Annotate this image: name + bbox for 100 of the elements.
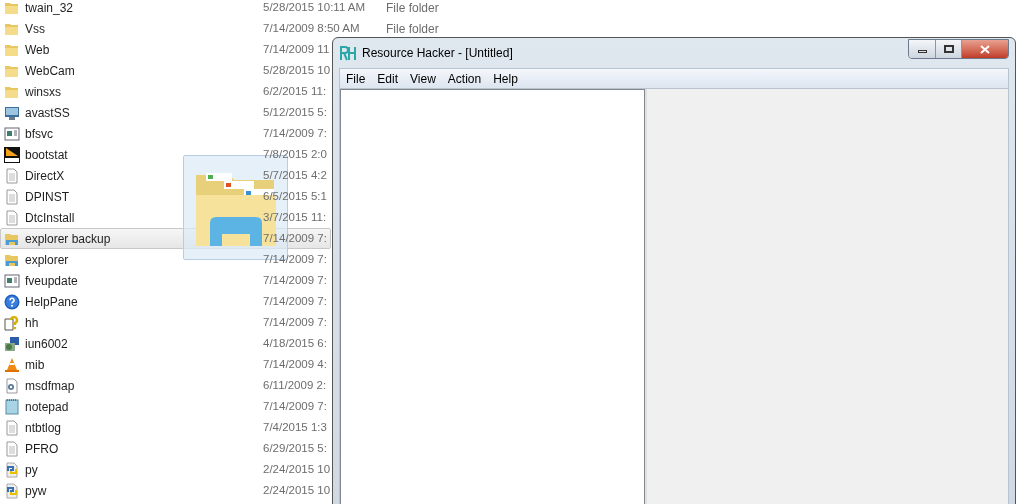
file-name: PFRO <box>25 440 59 458</box>
file-row[interactable]: hh 7/14/2009 7: <box>0 312 331 333</box>
file-date: 6/11/2009 2: <box>263 377 327 393</box>
file-date: 6/2/2015 11: <box>263 83 327 99</box>
window-icon <box>4 125 20 142</box>
maximize-button[interactable] <box>936 40 962 58</box>
file-date: 4/18/2015 6: <box>263 335 327 351</box>
file-name: avastSS <box>25 104 70 122</box>
menu-item[interactable]: Action <box>441 69 488 88</box>
file-row[interactable]: DirectX 5/7/2015 4:2 <box>0 165 331 186</box>
window-title: Resource Hacker - [Untitled] <box>362 45 513 62</box>
python-file-icon <box>4 461 20 478</box>
menu-item[interactable]: Edit <box>371 69 405 88</box>
file-name: Vss <box>25 20 45 38</box>
file-name: ntbtlog <box>25 419 62 437</box>
file-row[interactable]: ntbtlog 7/4/2015 1:3 <box>0 417 331 438</box>
file-date: 5/12/2015 5: <box>263 104 327 120</box>
file-name: DtcInstall <box>25 209 75 227</box>
file-date: 7/14/2009 7: <box>263 314 327 330</box>
file-row[interactable]: bootstat 7/8/2015 2:0 <box>0 144 331 165</box>
file-date: 6/29/2015 5: <box>263 440 327 456</box>
close-icon <box>980 44 990 54</box>
minimize-icon <box>917 50 927 53</box>
close-button[interactable] <box>962 40 1008 58</box>
file-name: fveupdate <box>25 272 78 290</box>
file-name: DPINST <box>25 188 69 206</box>
file-name: explorer backup <box>25 230 111 248</box>
file-row[interactable]: pyw 2/24/2015 10 <box>0 480 331 501</box>
file-name: msdfmap <box>25 377 75 395</box>
file-date: 5/7/2015 4:2 <box>263 167 327 183</box>
file-row[interactable]: msdfmap 6/11/2009 2: <box>0 375 331 396</box>
file-row[interactable]: Vss 7/14/2009 8:50 AM File folder <box>0 18 470 39</box>
file-name: notepad <box>25 398 69 416</box>
file-name: twain_32 <box>25 0 74 17</box>
file-name: hh <box>25 314 39 332</box>
file-name: iun6002 <box>25 335 68 353</box>
restore-icon <box>943 45 954 53</box>
installer-icon <box>4 335 20 352</box>
python-file-icon <box>4 482 20 499</box>
file-row[interactable]: twain_32 5/28/2015 10:11 AM File folder <box>0 0 470 18</box>
file-row[interactable]: DPINST 6/5/2015 5:1 <box>0 186 331 207</box>
minimize-button[interactable] <box>909 40 936 58</box>
file-name: pyw <box>25 482 47 500</box>
document-icon <box>4 167 20 184</box>
file-date: 5/28/2015 10 <box>263 62 331 78</box>
file-date: 2/24/2015 10 <box>263 461 331 477</box>
file-date: 7/4/2015 1:3 <box>263 419 327 435</box>
file-name: bfsvc <box>25 125 53 143</box>
file-row[interactable]: notepad 7/14/2009 7: <box>0 396 331 417</box>
file-name: HelpPane <box>25 293 78 311</box>
folder-icon <box>4 0 20 16</box>
file-name: mib <box>25 356 45 374</box>
file-name: Web <box>25 41 50 59</box>
file-date: 7/14/2009 7: <box>263 293 327 309</box>
file-row[interactable]: WebCam 5/28/2015 10 <box>0 60 331 81</box>
file-row[interactable]: fveupdate 7/14/2009 7: <box>0 270 331 291</box>
file-row[interactable]: Web 7/14/2009 11 <box>0 39 331 60</box>
file-name: DirectX <box>25 167 65 185</box>
file-row[interactable]: mib 7/14/2009 4: <box>0 354 331 375</box>
file-name: WebCam <box>25 62 75 80</box>
app-logo-icon <box>339 45 357 61</box>
file-name: bootstat <box>25 146 68 164</box>
file-name: py <box>25 461 38 479</box>
file-date: 6/5/2015 5:1 <box>263 188 327 204</box>
file-name: explorer <box>25 251 69 269</box>
file-row[interactable]: HelpPane 7/14/2009 7: <box>0 291 331 312</box>
file-name: winsxs <box>25 83 61 101</box>
document-icon <box>4 419 20 436</box>
document-icon <box>4 188 20 205</box>
file-date: 7/14/2009 7: <box>263 125 327 141</box>
notepad-icon <box>4 398 20 415</box>
file-type: File folder <box>386 0 439 17</box>
menu-item[interactable]: File <box>340 69 372 88</box>
monitor-icon <box>4 104 20 121</box>
file-row[interactable]: avastSS 5/12/2015 5: <box>0 102 331 123</box>
file-date: 7/14/2009 7: <box>263 272 327 288</box>
file-row[interactable]: explorer 7/14/2009 7: <box>0 249 331 270</box>
traffic-cone-icon <box>4 356 20 373</box>
file-date: 7/14/2009 4: <box>263 356 327 372</box>
window-icon <box>4 272 20 289</box>
data-file-icon <box>4 146 20 163</box>
settings-file-icon <box>4 377 20 394</box>
file-row[interactable]: PFRO 6/29/2015 5: <box>0 438 331 459</box>
file-date: 2/24/2015 10 <box>263 482 331 498</box>
file-row[interactable]: bfsvc 7/14/2009 7: <box>0 123 331 144</box>
document-icon <box>4 209 20 226</box>
file-date: 7/14/2009 8:50 AM <box>263 20 361 36</box>
file-row[interactable]: py 2/24/2015 10 <box>0 459 331 480</box>
menu-item[interactable]: View <box>404 69 442 88</box>
file-date: 7/14/2009 11 <box>263 41 330 57</box>
document-icon <box>4 440 20 457</box>
help-icon <box>4 293 20 310</box>
file-date: 7/8/2015 2:0 <box>263 146 327 162</box>
file-date: 7/14/2009 7: <box>263 251 327 267</box>
file-type: File folder <box>386 20 439 38</box>
menu-item[interactable]: Help <box>487 69 524 88</box>
file-row[interactable]: winsxs 6/2/2015 11: <box>0 81 331 102</box>
file-row[interactable]: iun6002 4/18/2015 6: <box>0 333 331 354</box>
help-document-icon <box>4 314 20 331</box>
file-date: 7/14/2009 7: <box>263 398 327 414</box>
